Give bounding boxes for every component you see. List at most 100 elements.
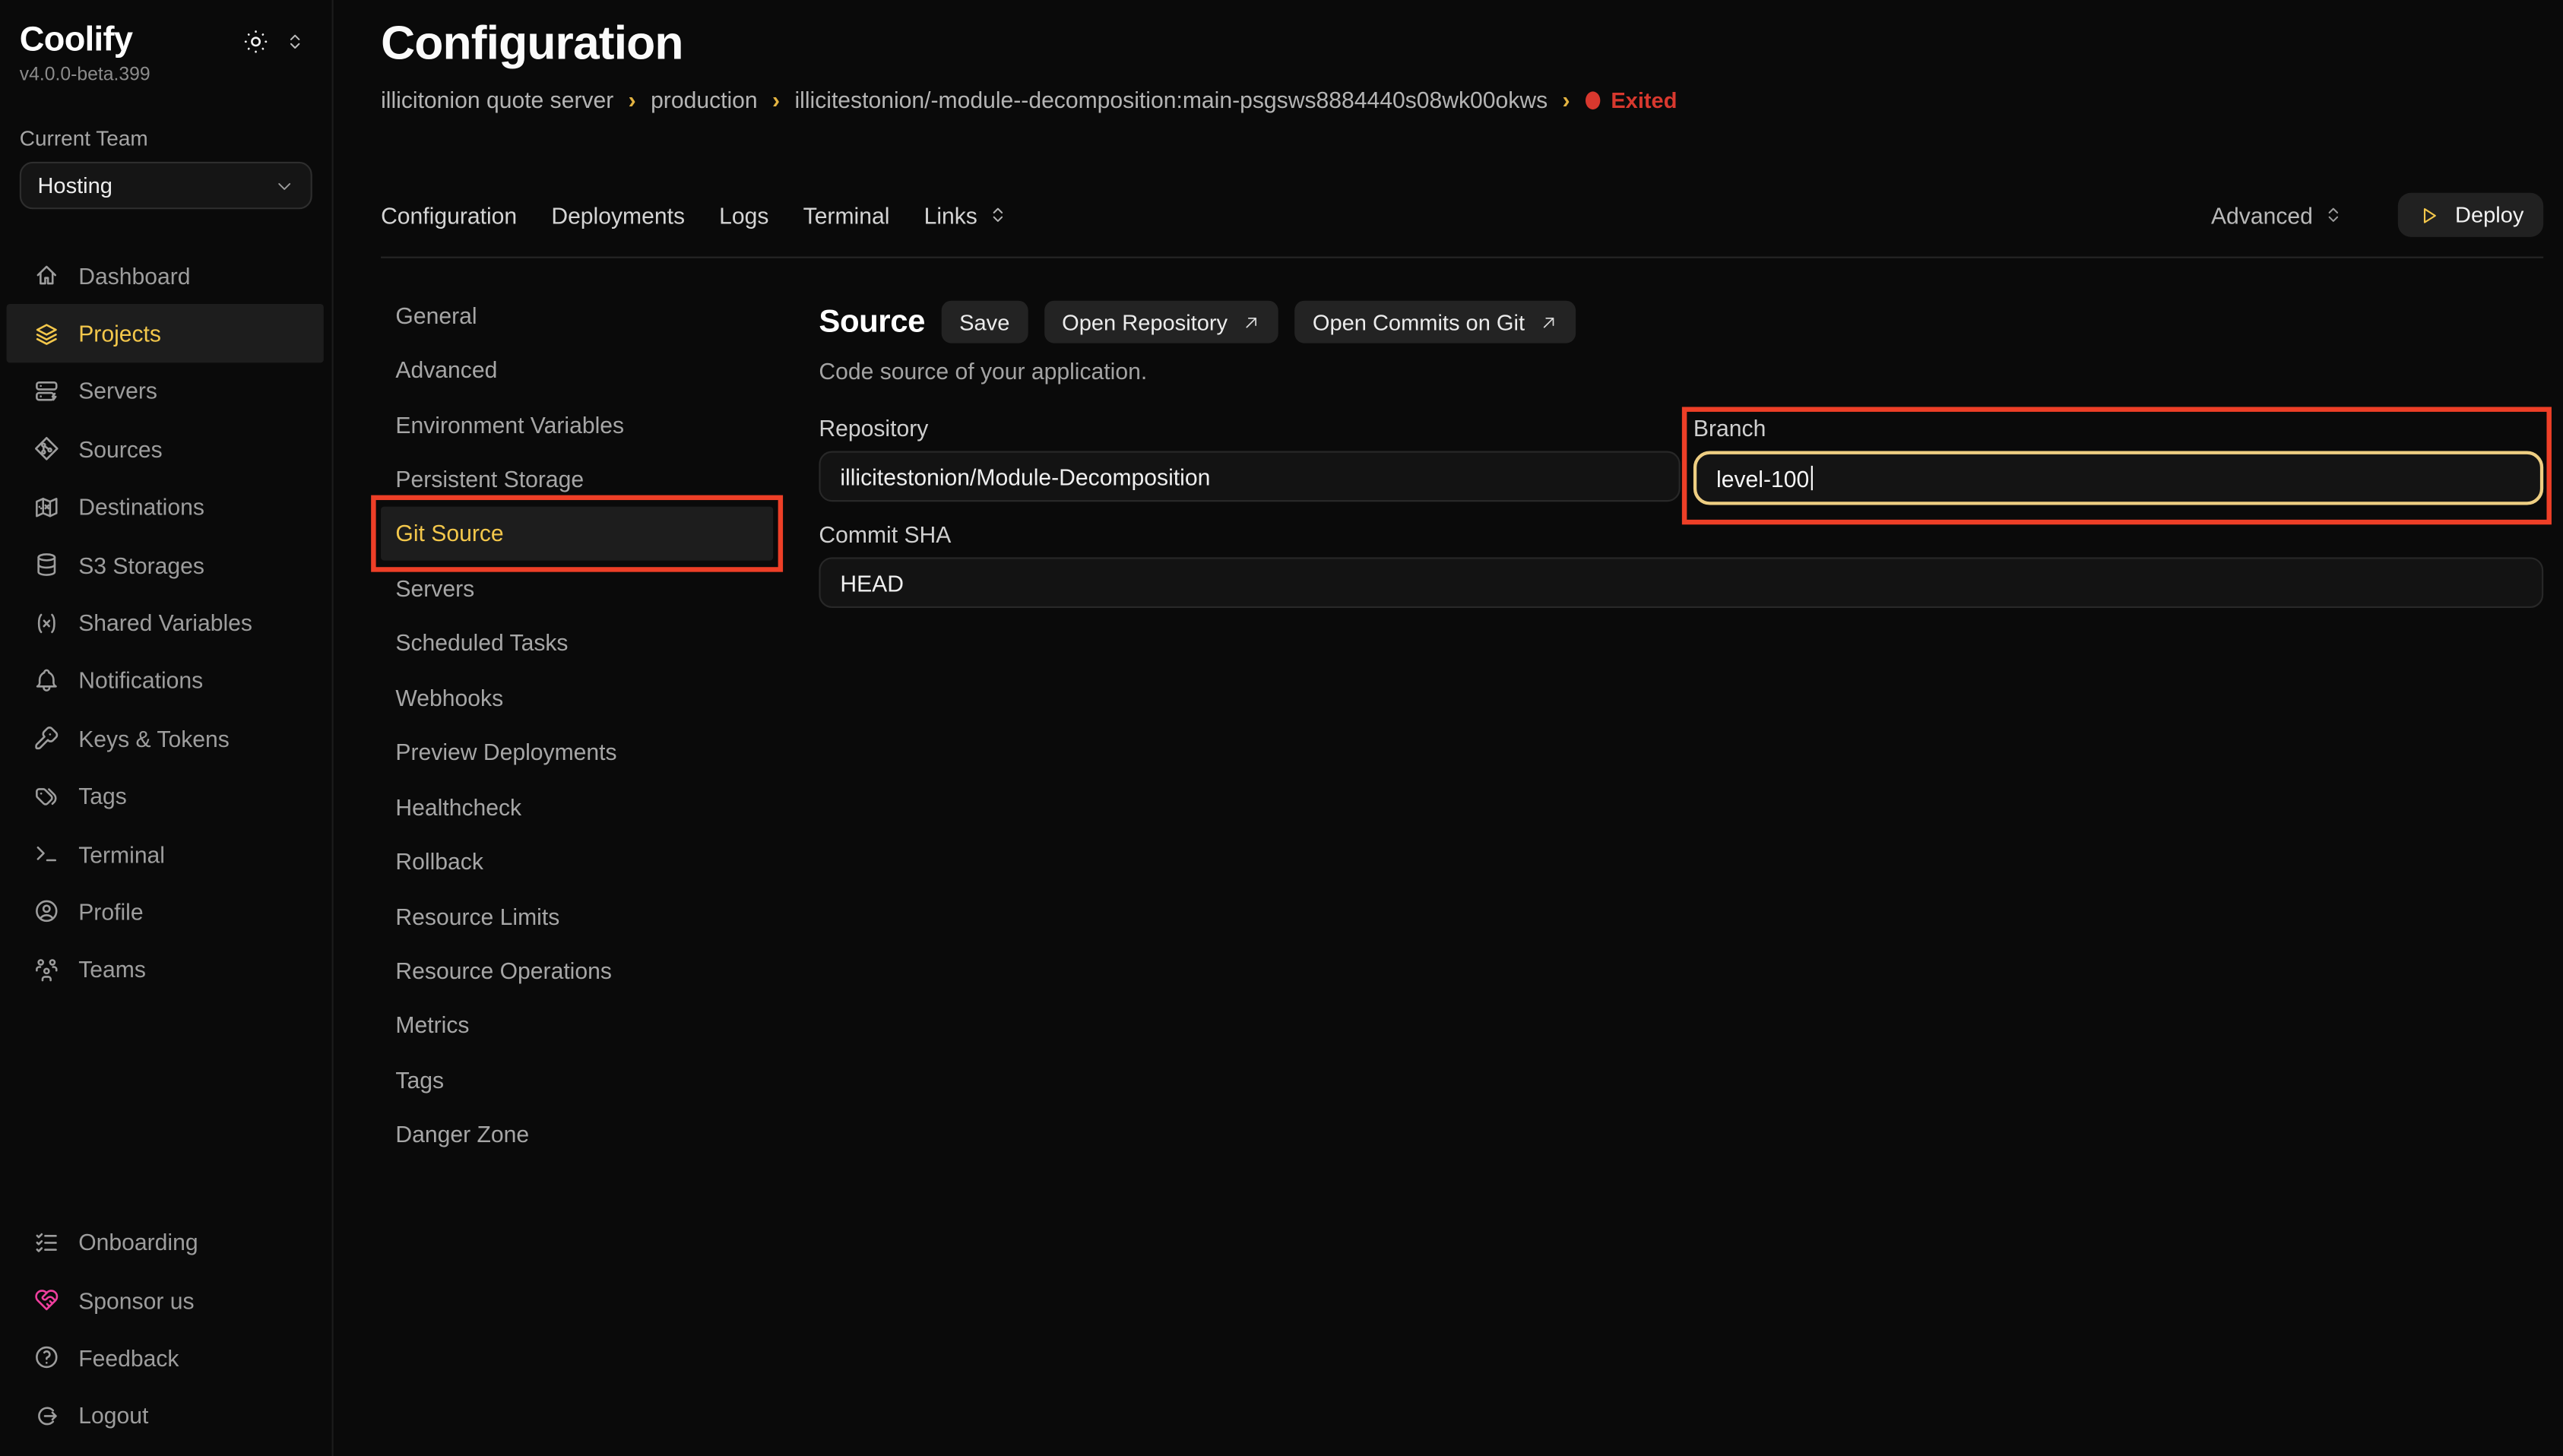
sidebar-item-sources[interactable]: Sources [7,420,324,478]
git-source-icon [33,435,61,464]
tab-logs[interactable]: Logs [719,202,768,228]
team-label: Current Team [20,126,312,150]
tabs: Configuration Deployments Logs Terminal Link… [381,202,1009,228]
tab-deployments[interactable]: Deployments [551,202,685,228]
subnav-item-tags[interactable]: Tags [381,1052,773,1107]
save-button[interactable]: Save [942,301,1028,343]
terminal-icon [33,840,61,869]
sidebar-item-teams[interactable]: Teams [7,941,324,999]
sidebar-item-projects[interactable]: Projects [7,305,324,362]
tab-terminal[interactable]: Terminal [803,202,890,228]
subnav-item-webhooks[interactable]: Webhooks [381,670,773,725]
server-icon [33,378,61,406]
status-badge: Exited [1585,87,1678,112]
sidebar-item-shared-variables[interactable]: Shared Variables [7,593,324,651]
subnav-item-rollback[interactable]: Rollback [381,834,773,889]
layers-icon [33,320,61,348]
subnav-item-preview-deployments[interactable]: Preview Deployments [381,725,773,780]
sidebar-item-label: Teams [78,957,146,983]
sidebar-item-label: Dashboard [78,263,190,289]
sidebar-selector-icon[interactable] [284,30,306,52]
app-logo[interactable]: Coolify [20,21,133,61]
breadcrumb-item[interactable]: illicitonion quote server [381,87,613,112]
branch-label: Branch [1693,415,2543,441]
subnav-item-resource-limits[interactable]: Resource Limits [381,888,773,943]
section-title: Source [819,303,925,340]
status-text: Exited [1611,87,1677,112]
open-commits-button[interactable]: Open Commits on Git [1294,301,1575,343]
status-dot-icon [1585,90,1599,109]
repository-field: Repository [819,415,1680,505]
subnav-item-metrics[interactable]: Metrics [381,998,773,1052]
sidebar-item-feedback[interactable]: Feedback [7,1329,324,1387]
sidebar-item-label: Servers [78,378,157,404]
open-repository-button[interactable]: Open Repository [1044,301,1278,343]
tab-configuration[interactable]: Configuration [381,202,517,228]
sidebar-item-tags[interactable]: Tags [7,768,324,825]
sidebar-item-destinations[interactable]: Destinations [7,478,324,536]
tags-icon [33,782,61,810]
sidebar-item-onboarding[interactable]: Onboarding [7,1214,324,1271]
breadcrumb-separator: › [1563,87,1570,112]
subnav-item-advanced[interactable]: Advanced [381,342,773,397]
sidebar-item-keys-tokens[interactable]: Keys & Tokens [7,710,324,768]
sidebar-item-s3-storages[interactable]: S3 Storages [7,536,324,593]
sidebar-item-label: Keys & Tokens [78,725,230,751]
subnav-item-general[interactable]: General [381,287,773,342]
main-area: Configuration illicitonion quote server ›… [335,0,2563,1456]
sidebar-item-label: Shared Variables [78,609,252,635]
sidebar-item-terminal[interactable]: Terminal [7,825,324,883]
branch-input[interactable]: level-100 [1693,451,2543,505]
commit-sha-field: Commit SHA [819,521,2543,608]
sidebar-item-logout[interactable]: Logout [7,1387,324,1445]
sidebar-item-label: Projects [78,321,161,347]
sidebar-item-dashboard[interactable]: Dashboard [7,247,324,305]
breadcrumb-item[interactable]: production [651,87,758,112]
source-section: Source Save Open Repository Open Commits… [819,287,2543,1162]
sidebar-item-profile[interactable]: Profile [7,883,324,941]
subnav-item-persistent-storage[interactable]: Persistent Storage [381,451,773,506]
source-form: Repository Branch level-100 [819,415,2543,608]
subnav-item-scheduled-tasks[interactable]: Scheduled Tasks [381,616,773,670]
sidebar-item-label: Sponsor us [78,1287,194,1313]
key-icon [33,724,61,752]
text-cursor [1811,466,1813,490]
deploy-button[interactable]: Deploy [2398,193,2543,237]
commit-sha-label: Commit SHA [819,521,2543,547]
sidebar-item-label: Tags [78,783,127,809]
sidebar-item-label: S3 Storages [78,552,204,578]
variable-icon [33,609,61,637]
sidebar-footer: Onboarding Sponsor us FeedbackLogout [0,1214,332,1456]
sidebar-item-sponsor-us[interactable]: Sponsor us [7,1271,324,1329]
page-title: Configuration [381,17,2543,72]
subnav-item-git-source[interactable]: Git Source [381,506,773,561]
sidebar-item-label: Sources [78,436,162,462]
subnav-item-danger-zone[interactable]: Danger Zone [381,1107,773,1162]
subnav-item-environment-variables[interactable]: Environment Variables [381,397,773,451]
sidebar-item-servers[interactable]: Servers [7,362,324,420]
commit-sha-input[interactable] [819,557,2543,608]
repository-input[interactable] [819,451,1680,502]
subnav-item-healthcheck[interactable]: Healthcheck [381,780,773,834]
sidebar-item-label: Onboarding [78,1229,198,1255]
selector-icon [2323,204,2344,226]
top-actions: Advanced Deploy [2201,193,2543,237]
bell-icon [33,666,61,695]
sidebar-item-notifications[interactable]: Notifications [7,651,324,709]
user-circle-icon [33,898,61,926]
team-select[interactable]: Hosting [20,162,312,209]
section-description: Code source of your application. [819,358,2543,384]
advanced-dropdown[interactable]: Advanced [2201,200,2354,229]
app-version: v4.0.0-beta.399 [0,61,332,85]
theme-toggle-icon[interactable] [242,27,270,55]
breadcrumb-item[interactable]: illicitestonion/-module--decomposition:m… [794,87,1548,112]
subnav-item-servers[interactable]: Servers [381,561,773,616]
selector-icon [987,204,1009,226]
sidebar-nav: Dashboard Projects Servers Sources Destinati… [0,247,332,999]
configuration-content: GeneralAdvancedEnvironment VariablesPers… [381,287,2543,1162]
subnav-item-resource-operations[interactable]: Resource Operations [381,943,773,998]
tab-links[interactable]: Links [924,202,1009,228]
home-icon [33,261,61,290]
tabs-row: Configuration Deployments Logs Terminal Link… [381,193,2543,237]
sidebar-item-label: Notifications [78,667,203,693]
